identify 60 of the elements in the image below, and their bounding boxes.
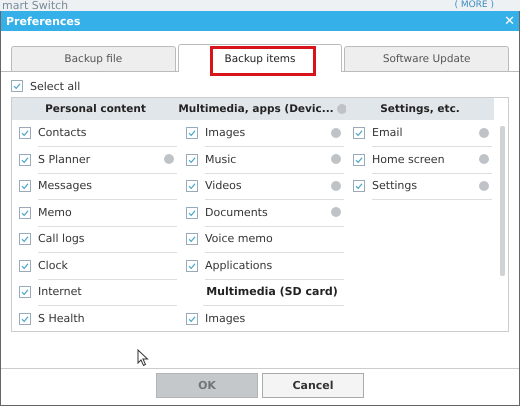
info-icon[interactable] [331, 180, 341, 191]
checkbox[interactable] [19, 206, 31, 219]
column-heading: Multimedia, apps (Devic... [178, 103, 334, 115]
more-link[interactable]: ( MORE ) [454, 0, 494, 11]
checkbox[interactable] [19, 286, 31, 298]
checkbox[interactable] [186, 260, 198, 272]
tab[interactable]: Backup file [11, 46, 176, 71]
checkbox[interactable] [186, 312, 198, 325]
app-title: mart Switch [2, 0, 68, 11]
column-heading: Personal content [45, 103, 146, 115]
item-label: Clock [38, 258, 68, 272]
cursor-icon [137, 349, 149, 367]
item-label: Contacts [38, 126, 87, 140]
info-icon[interactable] [479, 154, 489, 164]
info-icon[interactable] [164, 154, 174, 164]
subheading: Multimedia (SD card) [206, 285, 338, 298]
checkbox[interactable] [19, 180, 31, 192]
checkbox[interactable] [353, 180, 365, 192]
info-icon[interactable] [331, 154, 341, 164]
dialog-button[interactable]: Cancel [262, 373, 364, 398]
item-label: Music [205, 152, 236, 166]
info-icon[interactable] [331, 128, 341, 138]
checkbox[interactable] [186, 154, 198, 166]
item-label: Documents [205, 206, 268, 219]
item-label: Memo [38, 206, 72, 219]
column-heading: Settings, etc. [380, 103, 460, 115]
checkbox[interactable] [19, 154, 31, 166]
item-label: Call logs [38, 232, 85, 246]
item-label: Settings [372, 179, 418, 192]
info-icon[interactable] [479, 128, 489, 138]
checkbox[interactable] [186, 233, 198, 246]
checkbox[interactable] [353, 127, 365, 140]
item-label: Internet [38, 285, 82, 298]
item-label: Voice memo [205, 232, 273, 246]
item-label: Images [205, 126, 246, 140]
tab[interactable]: Software Update [344, 46, 510, 71]
checkbox[interactable] [19, 260, 31, 272]
checkbox[interactable] [11, 80, 23, 92]
checkbox[interactable] [19, 127, 31, 140]
item-label: Email [372, 126, 403, 140]
item-label: S Planner [38, 152, 90, 166]
item-label: Messages [38, 179, 92, 192]
window-title: Preferences [6, 14, 80, 28]
info-icon[interactable] [331, 207, 341, 218]
item-label: S Health [38, 312, 85, 325]
checkbox[interactable] [186, 206, 198, 219]
checkbox[interactable] [186, 180, 198, 192]
info-icon[interactable] [479, 180, 489, 191]
tab[interactable]: Backup items [178, 44, 342, 72]
item-label: Images [205, 312, 246, 325]
checkbox[interactable] [19, 233, 31, 246]
select-all-label: Select all [30, 80, 80, 92]
checkbox[interactable] [186, 127, 198, 140]
item-label: Videos [205, 179, 242, 192]
item-label: Applications [205, 258, 272, 272]
scrollbar[interactable] [500, 126, 505, 276]
checkbox[interactable] [353, 154, 365, 166]
item-label: Home screen [372, 152, 445, 166]
info-icon[interactable] [336, 104, 347, 114]
checkbox[interactable] [19, 312, 31, 325]
